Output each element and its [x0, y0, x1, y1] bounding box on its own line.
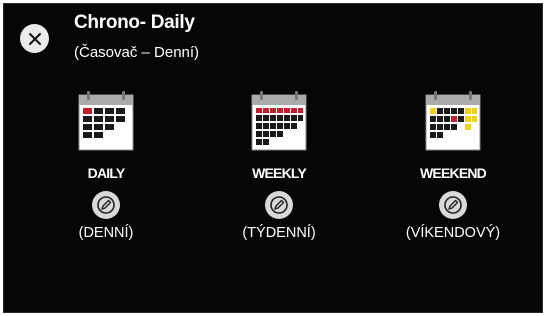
dialog-subtitle: (Časovač – Denní): [74, 44, 200, 61]
edit-weekly-button[interactable]: [265, 191, 293, 219]
option-weekend: WEEKEND (VÍKENDOVÝ): [373, 89, 533, 241]
edit-weekend-button[interactable]: [439, 191, 467, 219]
weekend-sublabel: (VÍKENDOVÝ): [405, 225, 501, 241]
daily-label[interactable]: DAILY: [88, 165, 126, 181]
edit-daily-button[interactable]: [92, 191, 120, 219]
pencil-icon: [97, 196, 115, 214]
dialog-title: Chrono- Daily: [74, 12, 195, 33]
weekly-label[interactable]: WEEKLY: [252, 165, 307, 181]
pencil-icon: [444, 196, 462, 214]
close-button[interactable]: [20, 24, 49, 53]
calendar-weekend-icon[interactable]: [425, 89, 481, 151]
calendar-weekly-icon[interactable]: [251, 89, 307, 151]
pencil-icon: [270, 196, 288, 214]
weekly-sublabel: (TÝDENNÍ): [242, 225, 316, 241]
option-daily: DAILY (DENNÍ): [26, 89, 186, 241]
calendar-daily-icon[interactable]: [78, 89, 134, 151]
chrono-dialog: Chrono- Daily (Časovač – Denní) DAILY (D…: [3, 3, 543, 313]
close-icon: [28, 32, 41, 45]
option-weekly: WEEKLY (TÝDENNÍ): [199, 89, 359, 241]
weekend-label[interactable]: WEEKEND: [420, 165, 487, 181]
daily-sublabel: (DENNÍ): [78, 225, 134, 241]
